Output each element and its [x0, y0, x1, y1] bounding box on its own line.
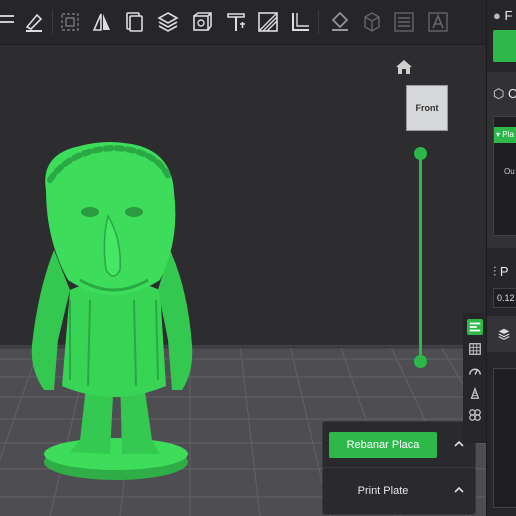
support-tab-icon[interactable] — [467, 385, 483, 401]
support-paint-icon[interactable] — [120, 8, 148, 36]
cut-icon[interactable] — [56, 8, 84, 36]
3d-viewport[interactable]: Front Rebanar Placa Print Plate — [0, 45, 486, 516]
grid-tab-icon[interactable] — [467, 341, 483, 357]
layer-slider-top-handle[interactable] — [414, 147, 427, 160]
cube-icon: ⬡ — [493, 86, 505, 101]
text-icon[interactable] — [188, 8, 216, 36]
cube-outline-icon[interactable] — [358, 8, 386, 36]
list-view-icon[interactable] — [390, 8, 418, 36]
process-header: ⫶ P — [493, 264, 509, 279]
panel-green-button[interactable] — [493, 30, 516, 62]
palette-icon: ● — [493, 8, 501, 23]
object-list-item[interactable]: Ou — [504, 167, 515, 176]
print-panel: Print Plate — [322, 467, 476, 515]
chevron-up-icon[interactable] — [453, 484, 465, 496]
objects-header: ⬡ O — [493, 86, 516, 102]
sliders-icon: ⫶ — [493, 264, 497, 279]
view-cube[interactable]: Front — [406, 85, 448, 131]
gauge-tab-icon[interactable] — [467, 363, 483, 379]
layer-slider-track[interactable] — [419, 153, 422, 363]
expand-arrow-icon: ▾ — [496, 130, 501, 139]
slice-panel: Rebanar Placa — [322, 421, 476, 469]
home-icon[interactable] — [395, 59, 413, 75]
settings-box — [493, 368, 516, 508]
layer-slider-bottom-handle[interactable] — [414, 355, 427, 368]
measure-icon[interactable] — [254, 8, 282, 36]
panel-title: ● F — [493, 8, 513, 23]
split-objects-icon[interactable] — [88, 8, 116, 36]
print-plate-button[interactable]: Print Plate — [329, 478, 437, 504]
right-settings-panel: ● F ⬡ O ▾ Pla Ou ⫶ P 0.12 — [486, 0, 516, 516]
view-cube-label: Front — [415, 103, 439, 113]
assembly-icon[interactable] — [286, 8, 314, 36]
top-toolbar — [0, 0, 486, 45]
slice-plate-button[interactable]: Rebanar Placa — [329, 432, 437, 458]
arrange-icon[interactable] — [20, 8, 48, 36]
object-list-selected-item[interactable]: ▾ Pla — [494, 127, 516, 143]
side-tab-bar — [463, 313, 486, 443]
object-list[interactable]: ▾ Pla Ou — [493, 116, 516, 236]
process-tab[interactable] — [487, 316, 516, 352]
font-icon[interactable] — [424, 8, 452, 36]
model-figure[interactable] — [10, 140, 200, 490]
seam-paint-icon[interactable] — [222, 8, 250, 36]
hollow-icon[interactable] — [154, 8, 182, 36]
arrange-tab-icon[interactable] — [467, 407, 483, 423]
boolean-icon[interactable] — [326, 8, 354, 36]
layers-tab-icon[interactable] — [467, 319, 483, 335]
layer-height-field[interactable]: 0.12 — [493, 288, 516, 308]
